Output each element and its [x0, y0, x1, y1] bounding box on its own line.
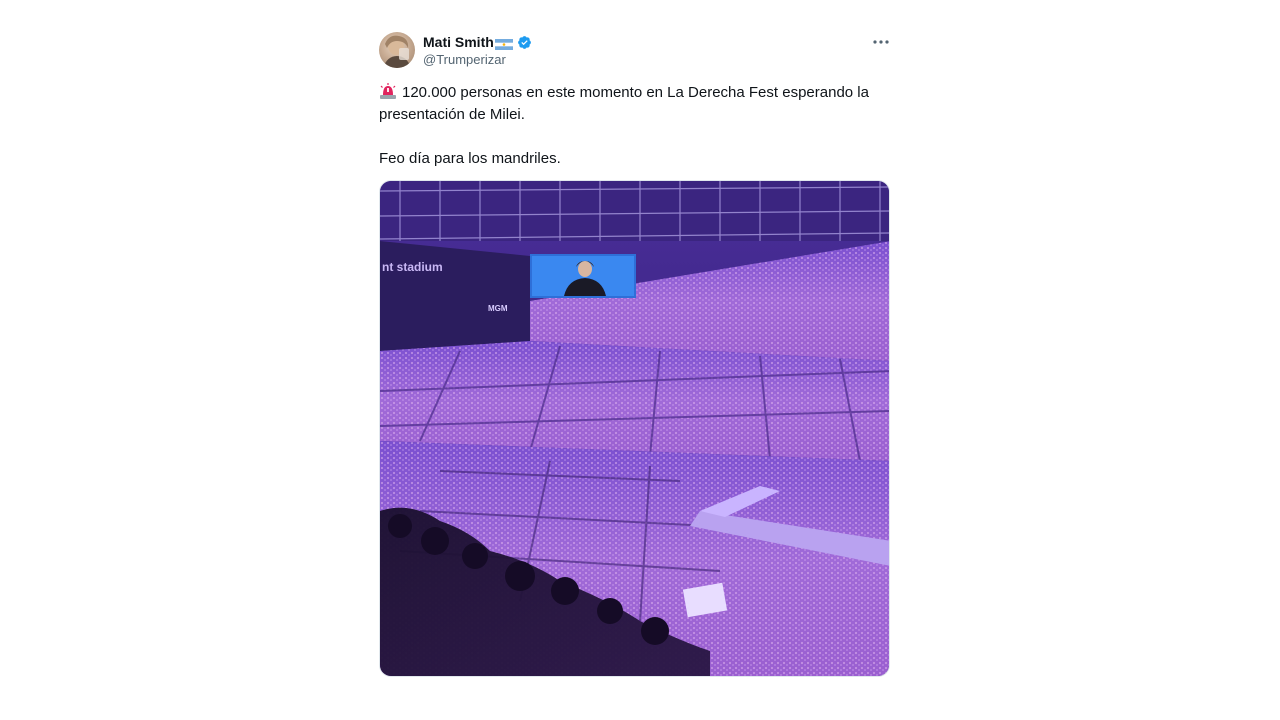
verified-badge-icon[interactable] [517, 35, 532, 50]
tweet-header: Mati Smith @Trumperizar [379, 30, 891, 72]
author-info: Mati Smith @Trumperizar [423, 33, 532, 67]
more-options-icon[interactable] [871, 32, 891, 52]
stadium-sign-small: MGM [488, 304, 508, 313]
tweet-text-line2: Feo día para los mandriles. [379, 150, 561, 167]
police-light-icon [379, 83, 397, 99]
tweet-media-image[interactable]: nt stadium MGM [379, 180, 890, 677]
tweet-text-line1: 120.000 personas en este momento en La D… [379, 84, 869, 123]
stadium-sign: nt stadium [382, 260, 443, 274]
avatar[interactable] [379, 32, 415, 68]
tweet: Mati Smith @Trumperizar 120.000 personas… [379, 30, 891, 677]
display-name[interactable]: Mati Smith [423, 34, 494, 50]
argentina-flag-icon [494, 37, 513, 50]
tweet-text: 120.000 personas en este momento en La D… [379, 82, 891, 170]
author-handle[interactable]: @Trumperizar [423, 52, 532, 67]
